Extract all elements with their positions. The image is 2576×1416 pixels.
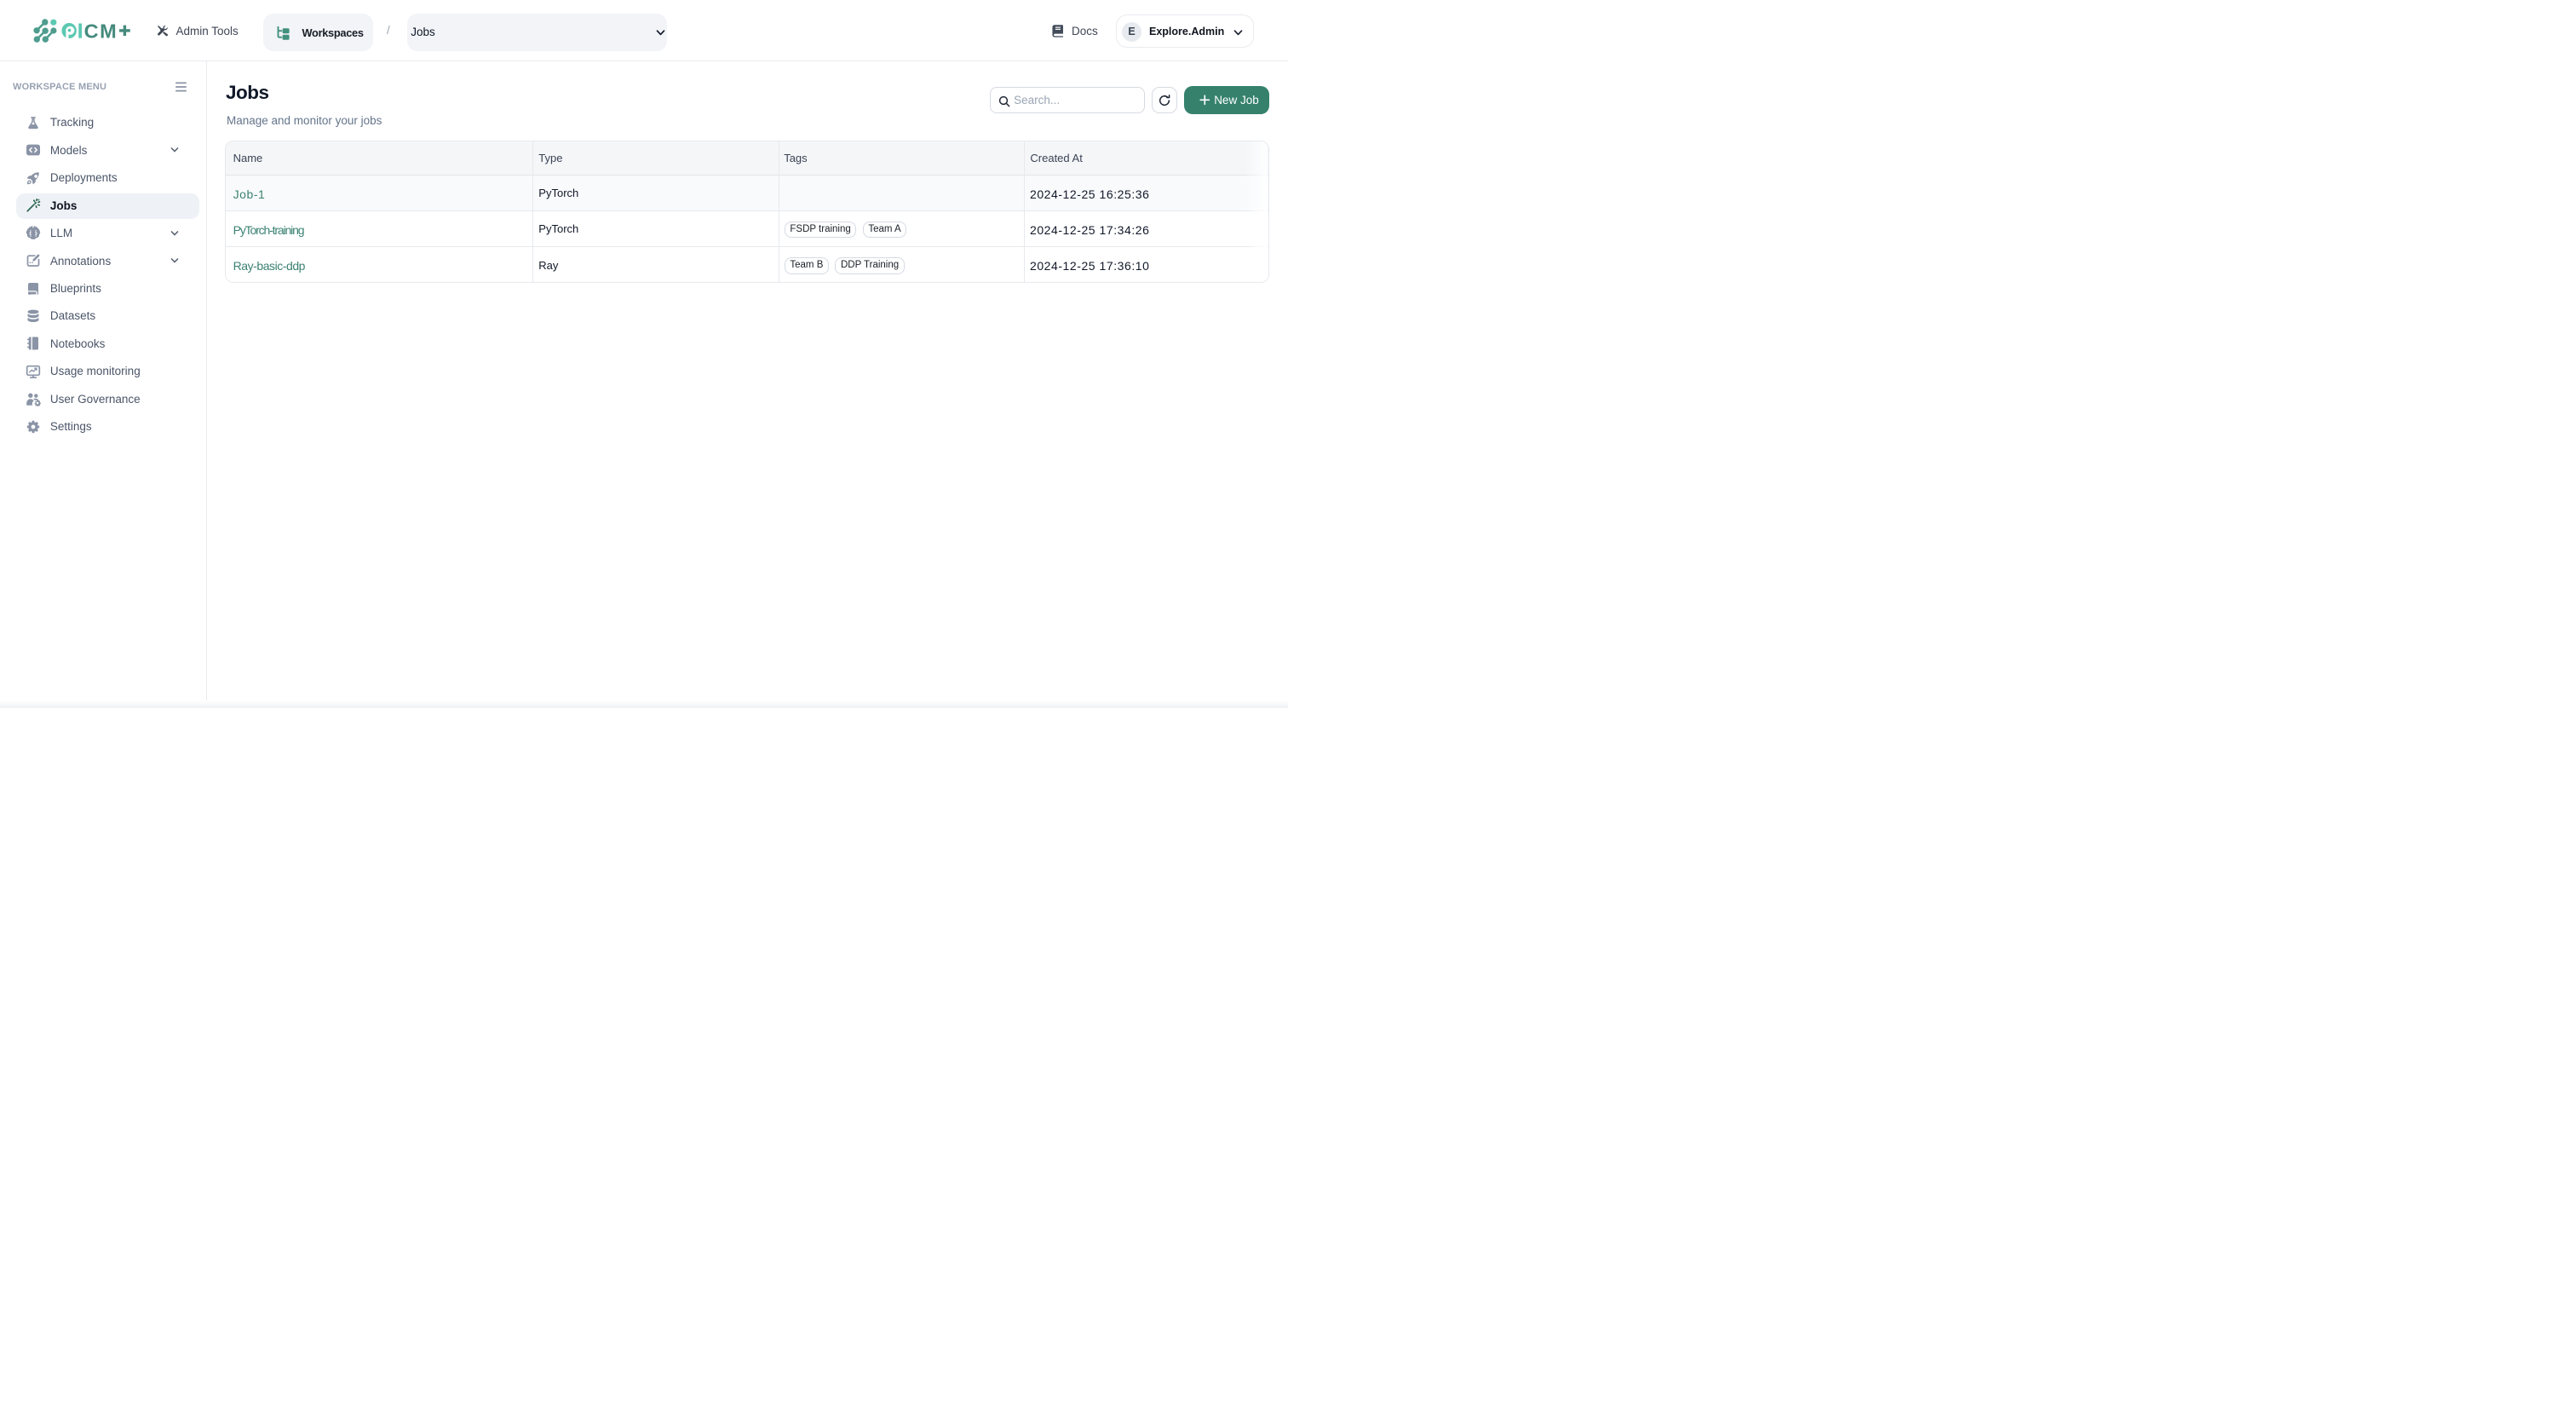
svg-text:M: M bbox=[100, 20, 117, 43]
svg-text:C: C bbox=[84, 20, 99, 43]
